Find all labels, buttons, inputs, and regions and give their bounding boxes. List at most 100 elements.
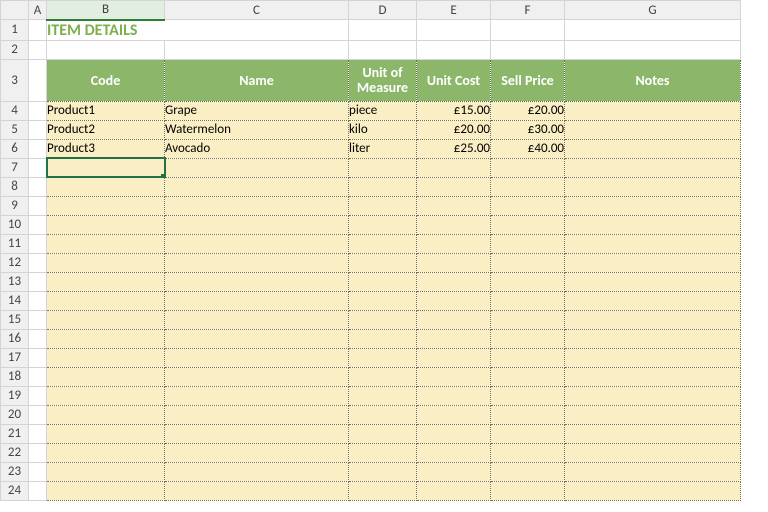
cell[interactable]: [47, 386, 165, 405]
cell-uom[interactable]: piece: [349, 101, 417, 120]
cell[interactable]: [565, 386, 741, 405]
cell[interactable]: [47, 329, 165, 348]
cell-unit-cost[interactable]: £20.00: [417, 120, 491, 139]
cell[interactable]: [491, 291, 565, 310]
cell[interactable]: [417, 405, 491, 424]
cell[interactable]: [417, 348, 491, 367]
col-header-D[interactable]: D: [349, 1, 417, 20]
table-header-notes[interactable]: Notes: [565, 59, 741, 101]
row-header[interactable]: 21: [1, 424, 29, 443]
cell[interactable]: [29, 234, 47, 253]
cell[interactable]: [47, 424, 165, 443]
table-header-sell-price[interactable]: Sell Price: [491, 59, 565, 101]
row-header[interactable]: 16: [1, 329, 29, 348]
cell-notes[interactable]: [565, 120, 741, 139]
cell[interactable]: [565, 348, 741, 367]
cell-unit-cost[interactable]: £15.00: [417, 101, 491, 120]
row-header[interactable]: 13: [1, 272, 29, 291]
cell[interactable]: [165, 158, 349, 177]
cell[interactable]: [491, 405, 565, 424]
row-header[interactable]: 22: [1, 443, 29, 462]
cell[interactable]: [29, 196, 47, 215]
cell[interactable]: [565, 20, 741, 41]
cell[interactable]: [349, 40, 417, 59]
cell[interactable]: [29, 291, 47, 310]
cell[interactable]: [417, 386, 491, 405]
cell[interactable]: [491, 386, 565, 405]
cell[interactable]: [417, 443, 491, 462]
cell[interactable]: [29, 272, 47, 291]
cell[interactable]: [491, 158, 565, 177]
row-header[interactable]: 7: [1, 158, 29, 177]
cell[interactable]: [47, 310, 165, 329]
cell[interactable]: [417, 158, 491, 177]
row-header[interactable]: 19: [1, 386, 29, 405]
cell[interactable]: [29, 424, 47, 443]
cell[interactable]: [165, 177, 349, 196]
row-header[interactable]: 24: [1, 481, 29, 500]
cell[interactable]: [29, 120, 47, 139]
cell[interactable]: [349, 234, 417, 253]
cell[interactable]: [491, 215, 565, 234]
cell[interactable]: [417, 291, 491, 310]
cell-code[interactable]: Product1: [47, 101, 165, 120]
cell[interactable]: [349, 253, 417, 272]
cell-name[interactable]: Watermelon: [165, 120, 349, 139]
cell[interactable]: [565, 443, 741, 462]
cell[interactable]: [417, 462, 491, 481]
cell[interactable]: [165, 234, 349, 253]
cell[interactable]: [417, 424, 491, 443]
cell[interactable]: [165, 215, 349, 234]
cell[interactable]: [29, 462, 47, 481]
row-header[interactable]: 10: [1, 215, 29, 234]
cell[interactable]: [47, 462, 165, 481]
cell[interactable]: [29, 20, 47, 41]
cell[interactable]: [349, 329, 417, 348]
cell[interactable]: [29, 367, 47, 386]
cell[interactable]: [29, 101, 47, 120]
row-header[interactable]: 14: [1, 291, 29, 310]
cell-sell-price[interactable]: £30.00: [491, 120, 565, 139]
cell[interactable]: [349, 424, 417, 443]
table-header-name[interactable]: Name: [165, 59, 349, 101]
col-header-F[interactable]: F: [491, 1, 565, 20]
cell[interactable]: [165, 424, 349, 443]
cell[interactable]: [165, 443, 349, 462]
cell[interactable]: [349, 310, 417, 329]
cell[interactable]: [565, 272, 741, 291]
cell-unit-cost[interactable]: £25.00: [417, 139, 491, 158]
row-header[interactable]: 5: [1, 120, 29, 139]
cell[interactable]: [349, 443, 417, 462]
cell[interactable]: [165, 196, 349, 215]
cell[interactable]: [565, 424, 741, 443]
cell[interactable]: [417, 253, 491, 272]
table-header-uom[interactable]: Unit of Measure: [349, 59, 417, 101]
cell[interactable]: [165, 329, 349, 348]
cell[interactable]: [165, 481, 349, 500]
cell[interactable]: [349, 405, 417, 424]
cell[interactable]: [349, 272, 417, 291]
cell[interactable]: [165, 272, 349, 291]
cell[interactable]: [29, 481, 47, 500]
cell[interactable]: [491, 253, 565, 272]
cell[interactable]: [165, 367, 349, 386]
col-header-E[interactable]: E: [417, 1, 491, 20]
table-header-code[interactable]: Code: [47, 59, 165, 101]
row-header[interactable]: 18: [1, 367, 29, 386]
cell[interactable]: [491, 424, 565, 443]
cell[interactable]: [565, 291, 741, 310]
cell[interactable]: [565, 310, 741, 329]
cell[interactable]: [349, 348, 417, 367]
cell[interactable]: [29, 310, 47, 329]
cell[interactable]: [349, 291, 417, 310]
cell[interactable]: [47, 196, 165, 215]
cell[interactable]: [165, 405, 349, 424]
table-header-unit-cost[interactable]: Unit Cost: [417, 59, 491, 101]
cell[interactable]: [491, 20, 565, 41]
cell[interactable]: [565, 40, 741, 59]
cell-code[interactable]: Product3: [47, 139, 165, 158]
cell[interactable]: [565, 405, 741, 424]
cell[interactable]: [491, 367, 565, 386]
cell[interactable]: [491, 272, 565, 291]
cell[interactable]: [565, 253, 741, 272]
